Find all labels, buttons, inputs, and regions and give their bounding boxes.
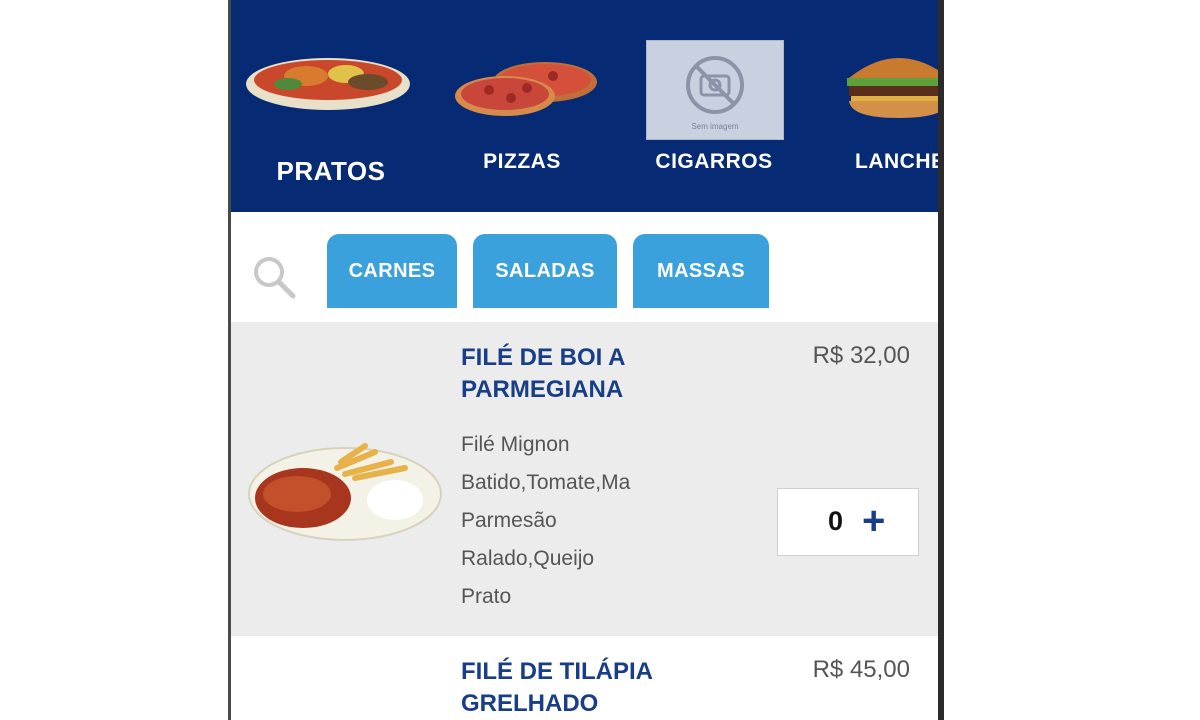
product-price: R$ 45,00 bbox=[812, 656, 910, 683]
pizzas-image bbox=[455, 62, 597, 116]
description-line: Filé Mignon bbox=[461, 433, 570, 456]
no-image-caption: Sem imagem bbox=[691, 122, 739, 131]
pratos-image bbox=[246, 58, 410, 110]
category-label: LANCHE bbox=[855, 150, 938, 173]
filter-saladas[interactable]: SALADAS bbox=[473, 234, 617, 308]
product-item[interactable]: FILÉ DE TILÁPIA GRELHADO R$ 45,00 bbox=[231, 636, 938, 720]
product-image bbox=[301, 712, 421, 720]
category-pizzas[interactable]: PIZZAS bbox=[427, 0, 617, 212]
product-price: R$ 32,00 bbox=[812, 342, 910, 369]
product-name: FILÉ DE TILÁPIA GRELHADO bbox=[461, 658, 653, 717]
no-image-placeholder: Sem imagem bbox=[646, 40, 784, 140]
no-image-icon bbox=[686, 56, 744, 114]
description-line: Ralado,Queijo bbox=[461, 547, 595, 570]
category-label: PIZZAS bbox=[483, 150, 561, 173]
phone-screen: PRATOS PIZZAS CIGARROS Sem imagem LANCHE… bbox=[228, 0, 944, 720]
quantity-value: 0 bbox=[828, 506, 844, 536]
category-pratos[interactable]: PRATOS bbox=[236, 0, 426, 212]
search-icon[interactable] bbox=[251, 254, 297, 300]
product-item[interactable]: FILÉ DE BOI A PARMEGIANA R$ 32,00 Filé M… bbox=[231, 322, 938, 636]
product-image bbox=[248, 443, 442, 541]
category-lanche[interactable]: LANCHE bbox=[809, 0, 938, 212]
lanche-image bbox=[847, 58, 938, 118]
filter-massas[interactable]: MASSAS bbox=[633, 234, 769, 308]
description-line: Parmesão bbox=[461, 509, 557, 532]
category-label: PRATOS bbox=[276, 156, 386, 186]
product-name: FILÉ DE BOI A PARMEGIANA bbox=[461, 344, 625, 403]
quantity-stepper[interactable]: 0 + bbox=[777, 488, 919, 556]
category-bar: PRATOS PIZZAS CIGARROS Sem imagem LANCHE bbox=[231, 0, 938, 212]
category-label: CIGARROS bbox=[655, 150, 773, 173]
filter-row: CARNES SALADAS MASSAS bbox=[231, 212, 938, 322]
description-line: Batido,Tomate,Ma bbox=[461, 471, 631, 494]
plus-icon[interactable]: + bbox=[862, 497, 885, 545]
product-description: Filé Mignon Batido,Tomate,Ma Parmesão Ra… bbox=[461, 426, 659, 616]
filter-carnes[interactable]: CARNES bbox=[327, 234, 457, 308]
description-line: Prato bbox=[461, 585, 512, 608]
